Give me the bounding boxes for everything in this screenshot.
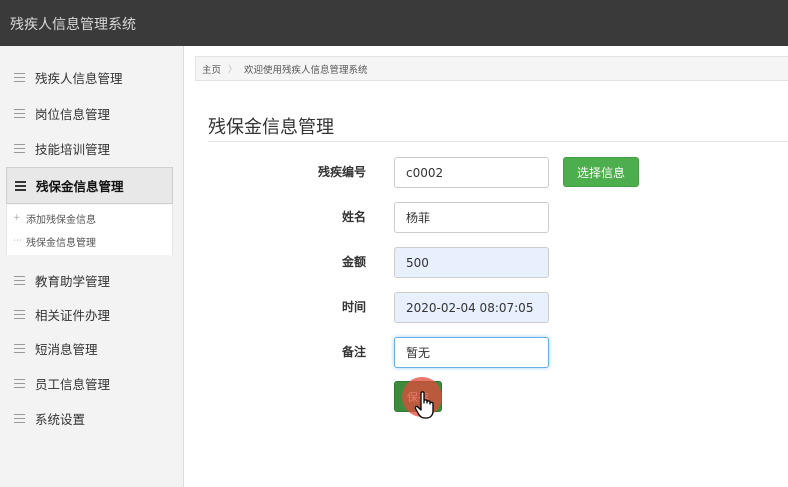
- submenu-item-label: 添加残保金信息: [26, 214, 96, 226]
- name-input[interactable]: [394, 202, 549, 233]
- title-divider: [208, 141, 788, 142]
- amount-label: 金额: [341, 255, 366, 269]
- menu-lines-icon: [14, 73, 25, 82]
- page-title: 残保金信息管理: [208, 117, 334, 138]
- sidebar-item-label: 系统设置: [35, 412, 86, 427]
- menu-lines-icon: [14, 276, 25, 285]
- sidebar-item-label: 岗位信息管理: [35, 107, 111, 122]
- save-button[interactable]: 保存: [394, 381, 442, 412]
- amount-input[interactable]: [394, 247, 549, 278]
- dash-icon: ⋯: [13, 236, 22, 246]
- sidebar-item-label: 教育助学管理: [35, 274, 111, 289]
- sidebar-item-label: 短消息管理: [35, 342, 98, 357]
- remark-input[interactable]: [394, 337, 549, 368]
- security-fund-submenu: + 添加残保金信息 ⋯ 残保金信息管理: [6, 205, 173, 255]
- sidebar-item-label: 残疾人信息管理: [35, 71, 123, 86]
- remark-label: 备注: [341, 345, 366, 359]
- sidebar-item-security-fund[interactable]: 残保金信息管理: [6, 167, 173, 204]
- breadcrumb-home-link[interactable]: 主页: [202, 62, 221, 76]
- name-label: 姓名: [341, 210, 366, 224]
- breadcrumb: 主页 〉 欢迎使用残疾人信息管理系统: [195, 56, 788, 81]
- app-title[interactable]: 残疾人信息管理系统: [10, 14, 136, 34]
- disability-id-input[interactable]: [394, 157, 549, 188]
- chevron-right-icon: 〉: [228, 65, 238, 75]
- plus-icon: +: [13, 213, 21, 223]
- sidebar-item-education-aid[interactable]: 教育助学管理: [6, 264, 173, 297]
- time-label: 时间: [341, 300, 366, 314]
- select-info-button[interactable]: 选择信息: [563, 157, 639, 187]
- sidebar-item-employees[interactable]: 员工信息管理: [6, 367, 173, 400]
- menu-lines-icon: [14, 379, 25, 388]
- submenu-item-manage-fund[interactable]: ⋯ 残保金信息管理: [13, 232, 96, 250]
- top-navbar: 残疾人信息管理系统: [0, 0, 788, 46]
- disability-id-label: 残疾编号: [317, 165, 366, 179]
- sidebar-item-disabled-info[interactable]: 残疾人信息管理: [6, 61, 173, 94]
- submenu-item-label: 残保金信息管理: [26, 237, 96, 249]
- sidebar-item-skill-training[interactable]: 技能培训管理: [6, 132, 173, 165]
- submenu-item-add-fund[interactable]: + 添加残保金信息: [13, 209, 96, 227]
- breadcrumb-current: 欢迎使用残疾人信息管理系统: [244, 64, 368, 76]
- sidebar-item-settings[interactable]: 系统设置: [6, 402, 173, 435]
- menu-lines-icon: [15, 181, 26, 191]
- sidebar-item-job-info[interactable]: 岗位信息管理: [6, 97, 173, 130]
- sidebar-item-label: 技能培训管理: [35, 142, 111, 157]
- menu-lines-icon: [14, 310, 25, 319]
- time-input[interactable]: [394, 292, 549, 323]
- sidebar: 残疾人信息管理 岗位信息管理 技能培训管理 残保金信息管理 + 添加残保金信息 …: [0, 46, 184, 487]
- sidebar-item-label: 员工信息管理: [35, 377, 111, 392]
- sidebar-item-certificates[interactable]: 相关证件办理: [6, 298, 173, 331]
- sidebar-item-messages[interactable]: 短消息管理: [6, 332, 173, 365]
- menu-lines-icon: [14, 344, 25, 353]
- sidebar-item-label: 残保金信息管理: [36, 179, 124, 194]
- sidebar-item-label: 相关证件办理: [35, 308, 111, 323]
- menu-lines-icon: [14, 144, 25, 153]
- menu-lines-icon: [14, 109, 25, 118]
- menu-lines-icon: [14, 414, 25, 423]
